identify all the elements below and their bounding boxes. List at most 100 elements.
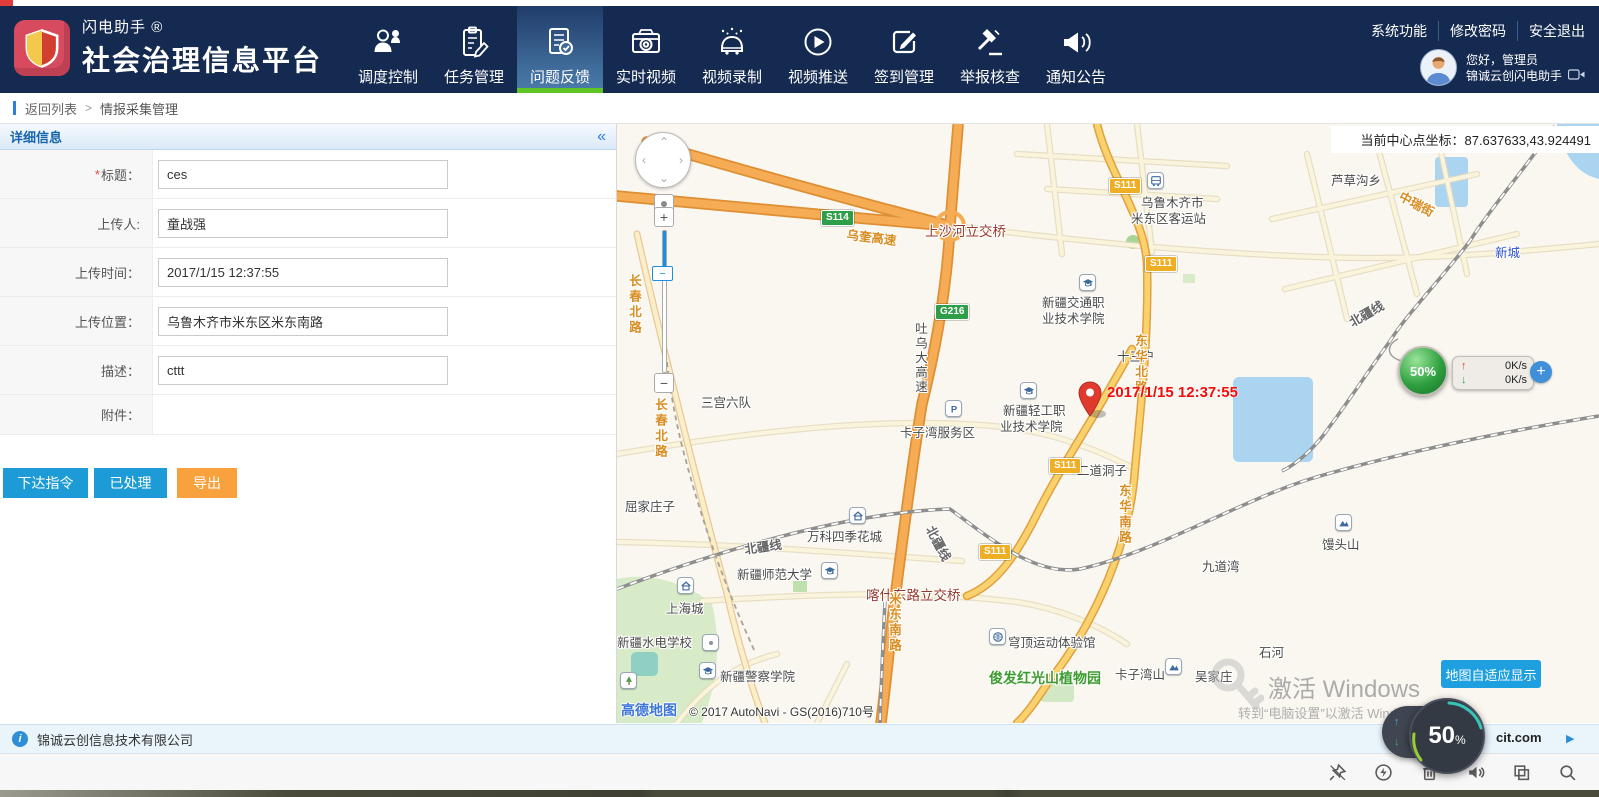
footer-bar: i 锦诚云创信息技术有限公司	[0, 724, 1599, 753]
nav-item-report-check[interactable]: 举报核查	[947, 6, 1033, 93]
panel-header: 详细信息 «	[0, 124, 616, 150]
brand-text: 闪电助手 ® 社会治理信息平台	[82, 16, 322, 93]
browser-bottom-strip	[0, 753, 1599, 790]
road-badge: S111	[1049, 458, 1081, 474]
export-button[interactable]: 导出	[177, 468, 237, 498]
map-label: 石河	[1259, 642, 1284, 661]
edit-square-icon	[886, 24, 922, 70]
map-label: 三宫六队	[701, 392, 751, 411]
map-label: 新疆水电学校	[617, 632, 692, 651]
breadcrumb-back-link[interactable]: 返回列表	[25, 99, 77, 118]
form-row-description: 描述：	[0, 346, 616, 395]
windows-layout-icon[interactable]	[1512, 763, 1531, 782]
form-row-upload-time: 上传时间：	[0, 248, 616, 297]
field-label: 标题：	[101, 165, 140, 184]
title-field[interactable]	[158, 160, 448, 189]
map-label: 新疆警察学院	[720, 666, 795, 685]
upload-location-field[interactable]	[158, 307, 448, 336]
user-info: 您好，管理员 锦诚云创闪电助手	[1360, 49, 1585, 86]
nav-label: 签到管理	[874, 70, 934, 86]
pin-slash-icon[interactable]	[1328, 763, 1347, 782]
nav-item-dispatch[interactable]: 调度控制	[345, 6, 431, 93]
link-system-functions[interactable]: 系统功能	[1360, 21, 1439, 41]
form-row-uploader: 上传人:	[0, 199, 616, 248]
video-cam-icon	[1568, 68, 1585, 84]
link-logout[interactable]: 安全退出	[1518, 21, 1585, 41]
field-label: 上传人:	[97, 214, 140, 233]
field-label: 描述：	[101, 361, 140, 380]
upload-arrow-icon: ↑	[1461, 360, 1473, 372]
map-label: 馒头山	[1322, 534, 1360, 553]
amap-logo: 高德地图	[621, 700, 677, 720]
footer-expand-arrow[interactable]: ▶	[1566, 732, 1574, 745]
description-field[interactable]	[158, 356, 448, 385]
map-label: 喀什东路立交桥	[866, 584, 961, 604]
speed-pill: ↑0K/s ↓0K/s	[1452, 356, 1534, 390]
footer-company: 锦诚云创信息技术有限公司	[37, 730, 193, 749]
widget-plus-button[interactable]: +	[1530, 361, 1552, 383]
map-label: 东华南路	[1115, 484, 1134, 546]
breadcrumb: 返回列表 > 情报采集管理	[0, 93, 1599, 124]
processed-button[interactable]: 已处理	[94, 468, 167, 498]
map-canvas[interactable]: 芦草沟乡中瑞街新城上沙河立交桥乌奎高速乌鲁木齐市米东区客运站新疆交通职业技术学院…	[617, 124, 1599, 723]
poi-dot-icon	[702, 634, 719, 651]
map-label: 卡子湾服务区	[900, 422, 975, 441]
field-label: 附件：	[101, 405, 140, 424]
map-label: 米东南路	[885, 592, 904, 654]
pan-left-icon[interactable]: ‹	[642, 153, 646, 167]
zoom-slider-handle[interactable]: −	[652, 266, 673, 281]
nav-item-tasks[interactable]: 任务管理	[431, 6, 517, 93]
link-change-password[interactable]: 修改密码	[1439, 21, 1518, 41]
taskbar-sliver	[0, 790, 1599, 797]
poi-sport-icon	[989, 628, 1006, 645]
nav-label: 调度控制	[358, 70, 418, 86]
svg-text:P: P	[950, 403, 956, 414]
map-label: 卡子湾山	[1115, 664, 1165, 683]
task-clipboard-icon	[456, 24, 492, 70]
nav-item-video-push[interactable]: 视频推送	[775, 6, 861, 93]
magnifier-icon[interactable]	[1558, 763, 1577, 782]
nav-item-video-record[interactable]: 视频录制	[689, 6, 775, 93]
user-greeting: 您好，管理员	[1466, 52, 1585, 68]
poi-school-icon	[1079, 274, 1096, 291]
dispatch-icon	[370, 24, 406, 70]
action-buttons: 下达指令 已处理 导出	[0, 435, 616, 498]
nav-item-live-video[interactable]: 实时视频	[603, 6, 689, 93]
app-header: 闪电助手 ® 社会治理信息平台 调度控制 任务管理 问题反馈 实时视频	[0, 6, 1599, 93]
map-marker-pin[interactable]	[1077, 380, 1107, 427]
collapse-panel-icon[interactable]: «	[597, 128, 606, 146]
corner-progress-widget[interactable]: ↑0K/s ↓0K/s 50 %	[1382, 698, 1494, 778]
map-label: 吴家庄	[1195, 666, 1233, 685]
download-speed-widget[interactable]: ↑0K/s ↓0K/s 50% +	[1396, 343, 1556, 401]
nav-item-notice[interactable]: 通知公告	[1033, 6, 1119, 93]
nav-item-signin[interactable]: 签到管理	[861, 6, 947, 93]
pan-right-icon[interactable]: ›	[679, 153, 683, 167]
map-fit-button[interactable]: 地图自适应显示	[1441, 660, 1541, 688]
zoom-in-button[interactable]: +	[654, 207, 674, 227]
upload-speed: 0K/s	[1505, 360, 1527, 372]
pan-down-icon[interactable]: ⌄	[659, 171, 669, 185]
uploader-field[interactable]	[158, 209, 448, 238]
pan-up-icon[interactable]: ⌃	[659, 135, 669, 149]
avatar[interactable]	[1420, 49, 1457, 86]
upload-time-field[interactable]	[158, 258, 448, 287]
map-attribution: © 2017 AutoNavi - GS(2016)710号	[689, 703, 874, 720]
map-label: 俊发红光山植物园	[989, 668, 1101, 688]
attachment-empty-value	[153, 395, 616, 434]
zoom-out-button[interactable]: −	[654, 373, 674, 393]
corner-progress-ball[interactable]: 50 %	[1409, 698, 1485, 774]
poi-bus-icon	[1147, 172, 1164, 189]
megaphone-icon	[1058, 24, 1094, 70]
map-label: 上沙河立交桥	[925, 220, 1006, 240]
map-label: 吐乌大高速	[911, 322, 930, 395]
speed-ball-50[interactable]: 50%	[1398, 346, 1448, 396]
nav-item-feedback-active[interactable]: 问题反馈	[517, 6, 603, 93]
main-content: 详细信息 « *标题： 上传人: 上传时间： 上传位置： 描述：	[0, 124, 1599, 723]
zoom-slider-track[interactable]	[662, 230, 667, 373]
map-label: 长春北路	[651, 398, 670, 460]
send-order-button[interactable]: 下达指令	[3, 468, 88, 498]
map-pan-control[interactable]: ⌃ ⌄ ‹ ›	[635, 132, 691, 188]
marker-timestamp: 2017/1/15 12:37:55	[1107, 384, 1238, 401]
map-label: 穹顶运动体验馆	[1008, 632, 1096, 651]
breadcrumb-current: 情报采集管理	[100, 99, 178, 118]
